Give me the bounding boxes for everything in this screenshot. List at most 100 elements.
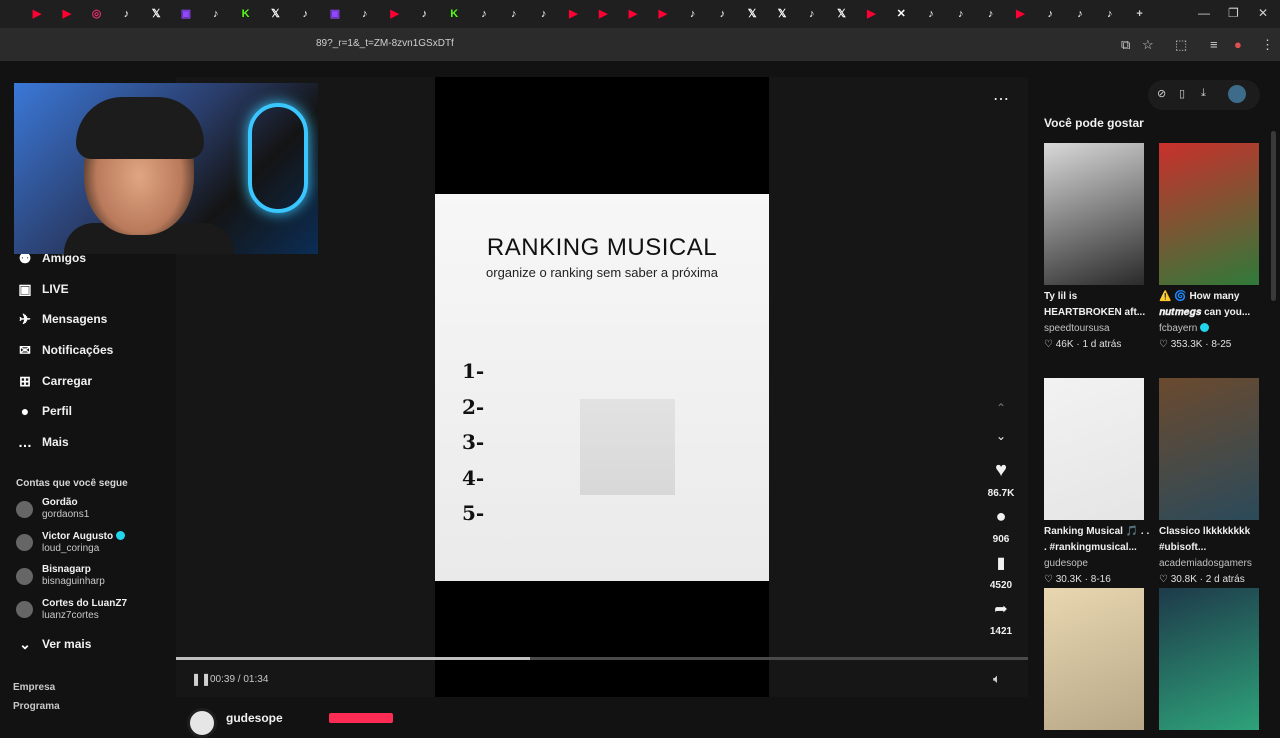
media-icon[interactable]: ≡ [1210, 37, 1218, 52]
tiktok-tab-icon[interactable]: ♪ [715, 7, 729, 21]
user-avatar[interactable] [1228, 85, 1246, 103]
tiktok-tab-icon[interactable]: ♪ [507, 7, 521, 21]
video-thumbnail[interactable] [1159, 588, 1259, 730]
youtube-tab-icon[interactable]: ▶ [1013, 7, 1027, 21]
sidebar-item-notificacoes[interactable]: ✉ Notificações [16, 340, 113, 360]
extensions-icon[interactable]: ⬚ [1175, 37, 1187, 53]
recommendation-title[interactable]: Ranking Musical 🎵 . . . #rankingmusical.… [1044, 524, 1154, 556]
following-account[interactable]: Bisnagarp bisnaguinharp [16, 562, 105, 590]
sidebar-item-label: Notificações [42, 343, 114, 357]
tiktok-tab-icon[interactable]: ♪ [537, 7, 551, 21]
recommendation-title[interactable]: Classico lkkkkkkkk #ubisoft... [1159, 524, 1269, 556]
x-tab-icon[interactable]: 𝕏 [775, 7, 789, 21]
x-tab-icon[interactable]: 𝕏 [835, 7, 849, 21]
recommendation-author[interactable]: speedtoursusa [1044, 323, 1110, 334]
bookmark-star-icon[interactable]: ☆ [1142, 37, 1154, 53]
profile-avatar-icon[interactable]: ● [1234, 37, 1242, 52]
tiktok-tab-icon[interactable]: ♪ [686, 7, 700, 21]
recommendation-likes: 30.3K [1055, 574, 1082, 585]
twitch-tab-icon[interactable]: ▣ [179, 7, 193, 21]
youtube-tab-icon[interactable]: ▶ [60, 7, 74, 21]
x-tab-icon[interactable]: 𝕏 [268, 7, 282, 21]
video-thumbnail[interactable] [1044, 588, 1144, 730]
tiktok-tab-icon[interactable]: ♪ [209, 7, 223, 21]
close-window-icon[interactable]: ✕ [1258, 6, 1268, 20]
following-account[interactable]: Gordão gordaons1 [16, 495, 89, 523]
video-thumbnail[interactable] [1159, 378, 1259, 520]
recommendation-title[interactable]: ⚠️ 🌀 How many 𝒏𝒖𝒕𝒎𝒆𝒈𝒔 can you... [1159, 289, 1269, 321]
like-heart-icon[interactable]: ♥ [986, 459, 1016, 482]
following-account[interactable]: Victor Augusto loud_coringa [16, 529, 126, 557]
kick-tab-icon[interactable]: K [239, 7, 253, 21]
sidebar-item-live[interactable]: ▣ LIVE [16, 279, 68, 299]
tiktok-tab-icon[interactable]: ♪ [805, 7, 819, 21]
save-count: 4520 [989, 580, 1013, 591]
see-more-button[interactable]: ⌄ Ver mais [16, 634, 91, 654]
tiktok-tab-icon[interactable]: ♪ [1043, 7, 1057, 21]
url-text[interactable]: 89?_r=1&_t=ZM-8zvn1GSxDTf [316, 38, 454, 49]
minimize-icon[interactable]: — [1198, 6, 1210, 20]
following-account[interactable]: Cortes do LuanZ7 luanz7cortes [16, 596, 127, 624]
comment-count: 906 [992, 534, 1010, 545]
x-tab-icon[interactable]: 𝕏 [745, 7, 759, 21]
tiktok-tab-icon[interactable]: ♪ [358, 7, 372, 21]
recommendation-title[interactable]: Ty lil is HEARTBROKEN aft... [1044, 289, 1154, 321]
tiktok-tab-icon[interactable]: ♪ [924, 7, 938, 21]
twitch-tab-icon[interactable]: ▣ [328, 7, 342, 21]
youtube-tab-icon[interactable]: ▶ [626, 7, 640, 21]
sidebar-item-mensagens[interactable]: ✈ Mensagens [16, 309, 107, 329]
cast-icon[interactable]: ⧉ [1121, 37, 1130, 53]
download-icon[interactable]: ⤓ [1201, 87, 1206, 100]
tiktok-tab-icon[interactable]: ♪ [984, 7, 998, 21]
tiktok-tab-icon[interactable]: ♪ [1103, 7, 1117, 21]
kick-tab-icon[interactable]: K [447, 7, 461, 21]
previous-video-icon[interactable]: ⌃ [986, 401, 1016, 415]
author-avatar[interactable] [187, 708, 217, 738]
account-handle: loud_coringa [42, 542, 100, 554]
tiktok-tab-icon[interactable]: ♪ [477, 7, 491, 21]
pause-icon[interactable]: ❚❚ [191, 672, 211, 686]
footer-link-company[interactable]: Empresa [13, 682, 55, 693]
next-video-icon[interactable]: ⌄ [986, 429, 1016, 443]
recommendation-age: 2 d atrás [1205, 574, 1245, 585]
instagram-tab-icon[interactable]: ◎ [90, 7, 104, 21]
youtube-tab-icon[interactable]: ▶ [596, 7, 610, 21]
maximize-icon[interactable]: ❐ [1228, 6, 1239, 20]
more-options-icon[interactable]: ⋯ [986, 89, 1016, 109]
youtube-tab-icon[interactable]: ▶ [30, 7, 44, 21]
youtube-tab-icon[interactable]: ▶ [388, 7, 402, 21]
save-bookmark-icon[interactable]: ▮ [986, 553, 1016, 573]
browser-menu-icon[interactable]: ⋮ [1261, 37, 1274, 53]
video-thumbnail[interactable] [1044, 378, 1144, 520]
new-tab-icon[interactable]: + [1133, 7, 1147, 21]
tiktok-tab-icon[interactable]: ♪ [1073, 7, 1087, 21]
recommendation-author[interactable]: gudesope [1044, 558, 1088, 569]
sidebar-item-perfil[interactable]: ● Perfil [16, 401, 72, 421]
share-icon[interactable]: ➦ [986, 599, 1016, 619]
follow-button[interactable] [329, 713, 393, 723]
recommendation-author[interactable]: academiadosgamers [1159, 558, 1252, 569]
tiktok-tab-icon[interactable]: ♪ [298, 7, 312, 21]
youtube-tab-icon[interactable]: ▶ [864, 7, 878, 21]
video-progress-bar[interactable] [176, 657, 1028, 660]
x-tab-icon[interactable]: 𝕏 [149, 7, 163, 21]
video-thumbnail[interactable] [1044, 143, 1144, 285]
youtube-tab-icon[interactable]: ▶ [656, 7, 670, 21]
sidebar-item-carregar[interactable]: ⊞ Carregar [16, 371, 92, 391]
phone-icon[interactable]: ▯ [1179, 87, 1185, 100]
tiktok-tab-icon[interactable]: ♪ [417, 7, 431, 21]
tiktok-tab-icon[interactable]: ♪ [119, 7, 133, 21]
video-thumbnail[interactable] [1159, 143, 1259, 285]
close-tab-icon[interactable]: ✕ [894, 7, 908, 21]
footer-link-program[interactable]: Programa [13, 701, 60, 712]
tiktok-tab-icon[interactable]: ♪ [954, 7, 968, 21]
account-text: Cortes do LuanZ7 luanz7cortes [42, 598, 127, 622]
coins-icon[interactable]: ⊘ [1157, 87, 1166, 100]
sidebar-item-mais[interactable]: … Mais [16, 432, 69, 452]
volume-icon[interactable]: 🔈︎ [993, 671, 1001, 687]
comment-icon[interactable]: ● [986, 506, 1016, 527]
youtube-tab-icon[interactable]: ▶ [566, 7, 580, 21]
recommendation-author[interactable]: fcbayern [1159, 323, 1210, 334]
scrollbar[interactable] [1271, 131, 1276, 301]
author-name[interactable]: gudesope [226, 711, 283, 725]
